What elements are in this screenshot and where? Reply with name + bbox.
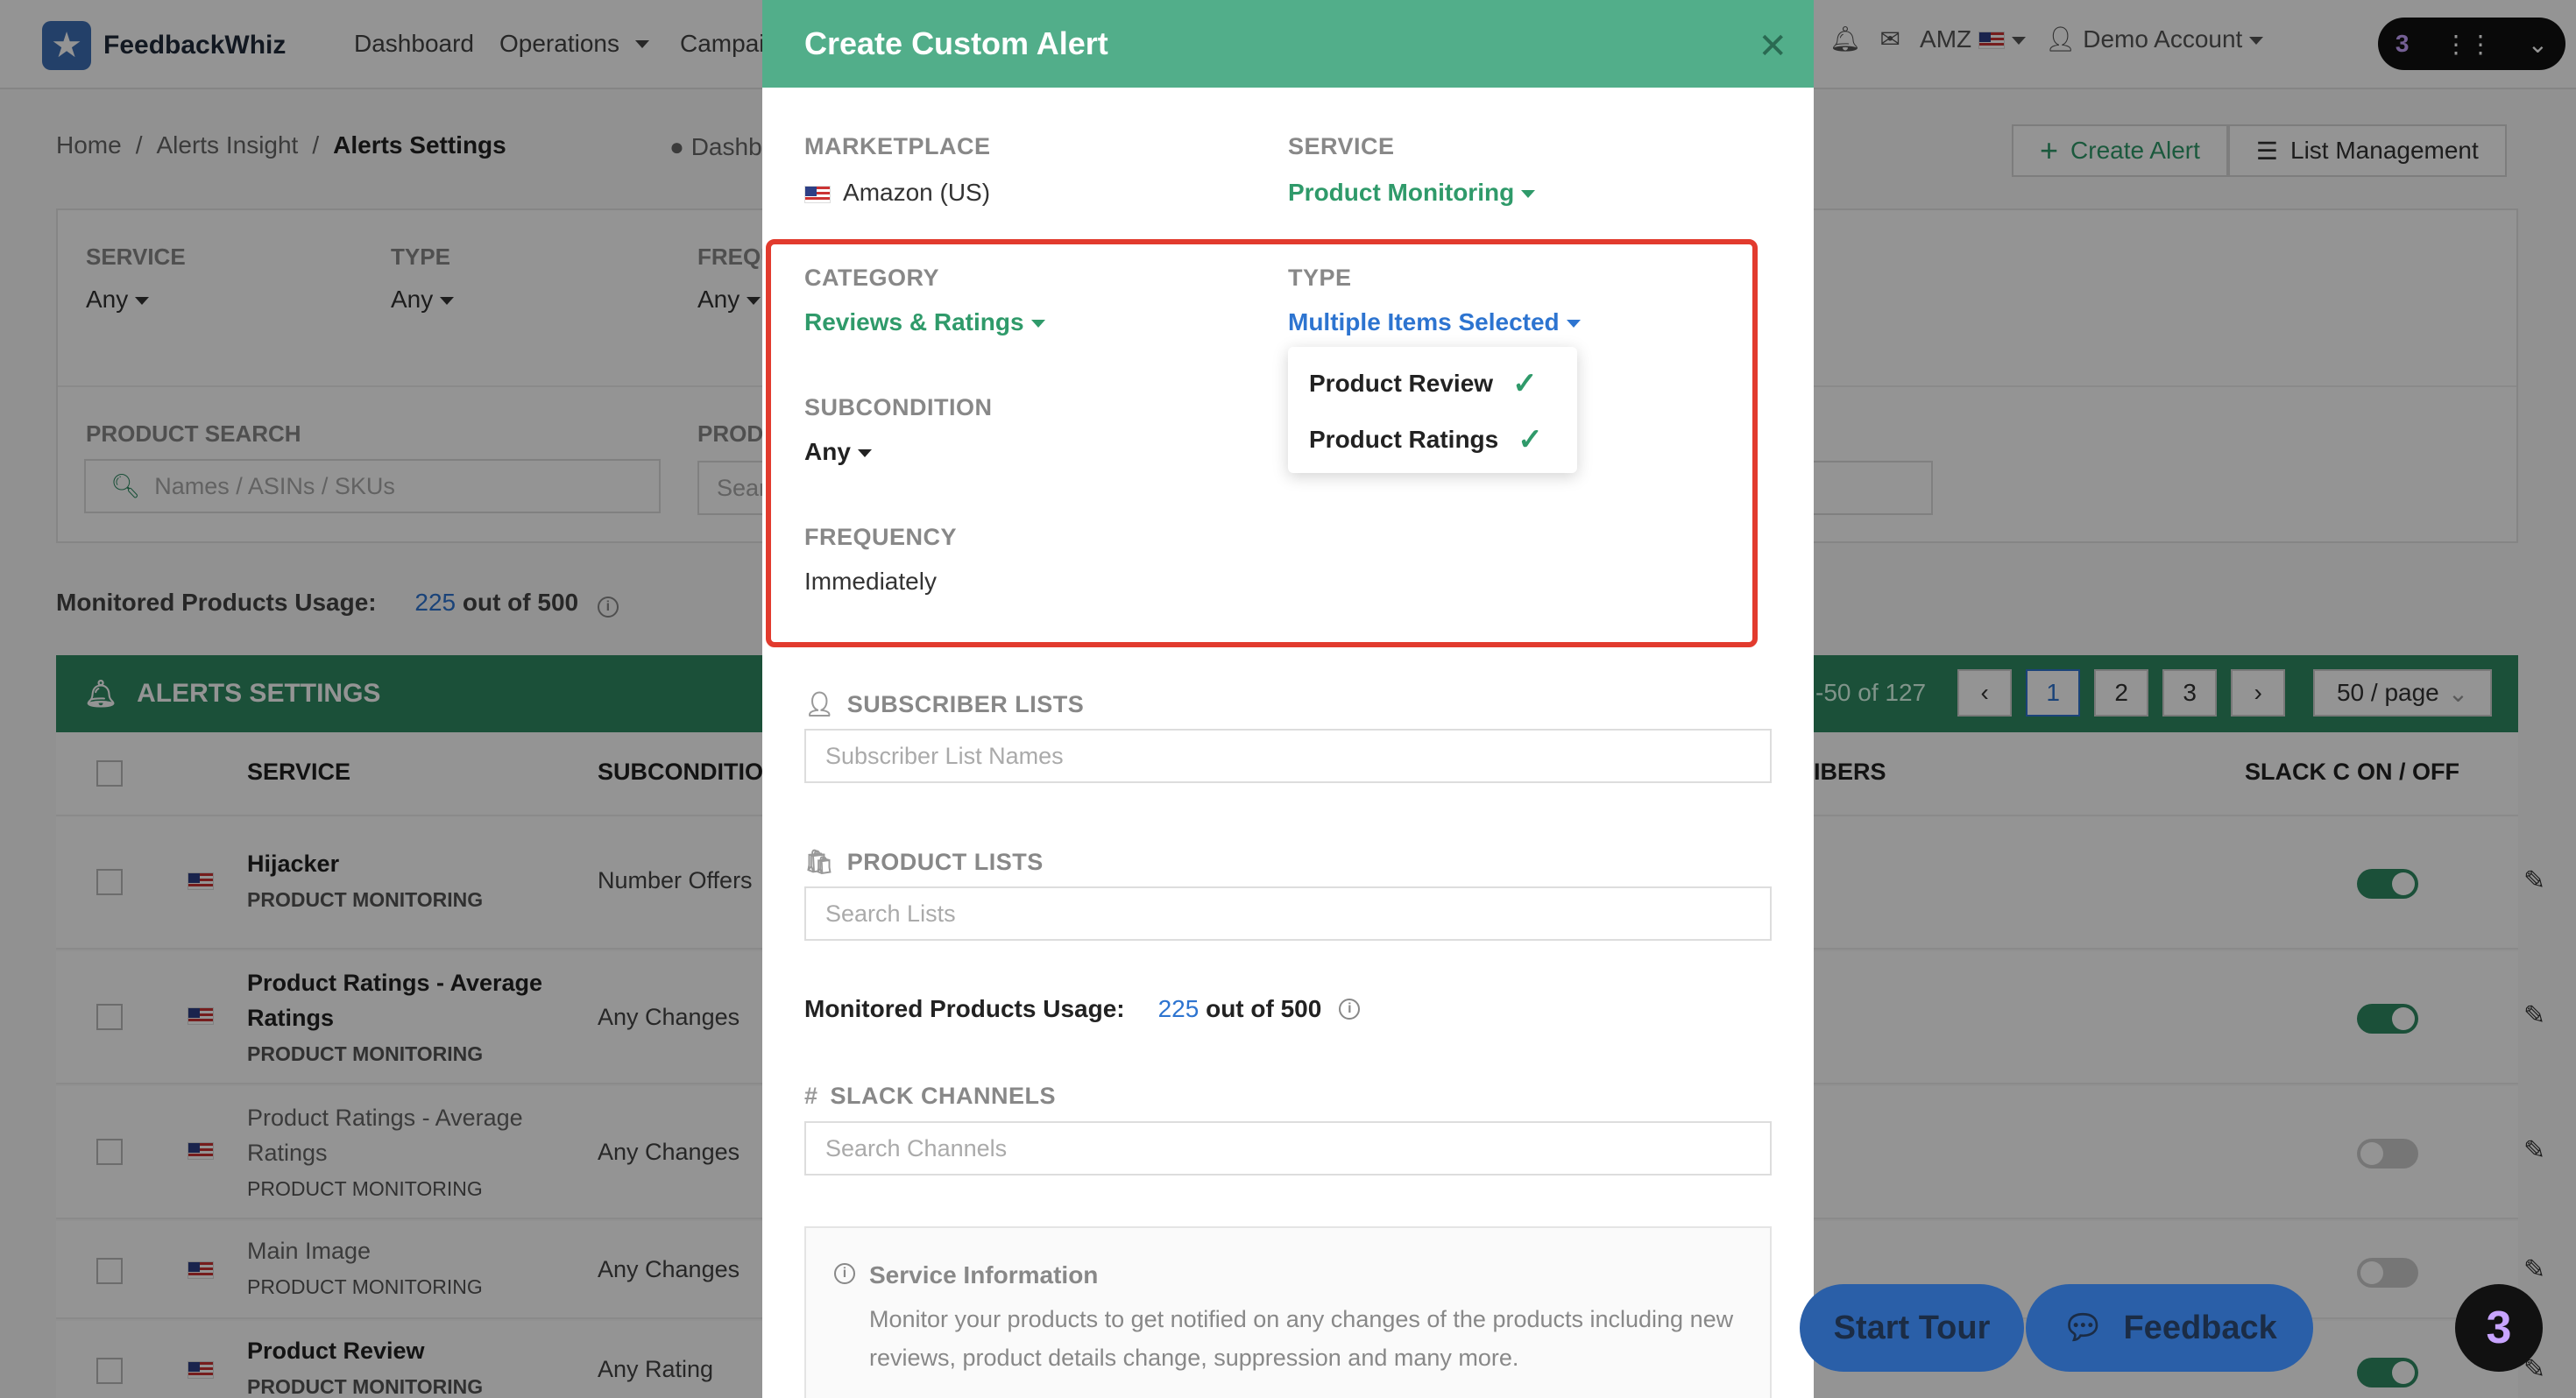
modal-products-usage: Monitored Products Usage: 225 out of 500…	[804, 995, 1361, 1023]
info-icon[interactable]: i	[1339, 999, 1361, 1020]
service-info-text: Monitor your products to get notified on…	[869, 1306, 1734, 1371]
type-label: TYPE	[1288, 265, 1352, 291]
product-lists-placeholder: Search Lists	[825, 900, 956, 927]
subscriber-lists-label: SUBSCRIBER LISTS	[846, 691, 1085, 717]
option-label: Product Review	[1309, 370, 1494, 397]
type-select[interactable]: Multiple Items Selected	[1288, 308, 1581, 336]
type-option-product-ratings[interactable]: Product Ratings ✓	[1309, 422, 1543, 457]
service-info-title: Service Information	[869, 1261, 1099, 1289]
user-icon: 👤︎	[804, 691, 835, 717]
marketplace-value-row: Amazon (US)	[804, 179, 990, 207]
modal-header: Create Custom Alert ✕	[762, 0, 1814, 88]
modal-usage-used: 225	[1157, 995, 1200, 1022]
bag-icon: 🛍︎	[804, 849, 835, 875]
chat-icon: 💬︎	[2062, 1310, 2105, 1346]
close-icon[interactable]: ✕	[1758, 26, 1787, 67]
subscriber-lists-input[interactable]: Subscriber List Names	[804, 729, 1772, 783]
brand-chat-bubble-icon[interactable]: 3	[2455, 1284, 2543, 1372]
slack-channels-label: SLACK CHANNELS	[830, 1083, 1057, 1109]
subscriber-lists-heading: 👤︎ SUBSCRIBER LISTS	[804, 690, 1084, 718]
option-label: Product Ratings	[1309, 426, 1499, 453]
caret-down-icon	[1566, 320, 1581, 328]
modal-usage-total: out of 500	[1206, 995, 1322, 1022]
marketplace-label: MARKETPLACE	[804, 133, 991, 159]
start-tour-button[interactable]: Start Tour	[1800, 1284, 2024, 1372]
caret-down-icon	[857, 449, 872, 458]
feedback-label: Feedback	[2123, 1309, 2277, 1346]
category-label: CATEGORY	[804, 265, 940, 291]
subcondition-label: SUBCONDITION	[804, 394, 993, 420]
type-option-product-review[interactable]: Product Review ✓	[1309, 366, 1538, 401]
subcondition-select[interactable]: Any	[804, 438, 872, 466]
caret-down-icon	[1030, 320, 1045, 328]
frequency-value: Immediately	[804, 568, 937, 595]
create-alert-modal: Create Custom Alert ✕ MARKETPLACE Amazon…	[762, 0, 1814, 1398]
subcondition-value: Any	[804, 438, 851, 465]
check-icon: ✓	[1518, 423, 1543, 456]
start-tour-label: Start Tour	[1833, 1309, 1991, 1346]
product-lists-input[interactable]: Search Lists	[804, 886, 1772, 941]
us-flag-icon	[804, 185, 831, 203]
slack-channels-heading: # SLACK CHANNELS	[804, 1083, 1056, 1110]
caret-down-icon	[1521, 190, 1536, 199]
slack-icon: #	[804, 1083, 818, 1109]
subscriber-lists-placeholder: Subscriber List Names	[825, 742, 1064, 769]
service-info-box: i Service Information Monitor your produ…	[804, 1226, 1772, 1398]
service-select[interactable]: Product Monitoring	[1288, 179, 1536, 207]
info-icon: i	[834, 1263, 855, 1284]
product-lists-label: PRODUCT LISTS	[846, 849, 1044, 875]
check-icon: ✓	[1512, 367, 1538, 400]
service-label: SERVICE	[1288, 133, 1395, 159]
category-select[interactable]: Reviews & Ratings	[804, 308, 1045, 336]
service-value: Product Monitoring	[1288, 179, 1515, 206]
type-dropdown: Product Review ✓ Product Ratings ✓	[1288, 347, 1577, 473]
modal-usage-label: Monitored Products Usage:	[804, 995, 1125, 1022]
slack-channels-input[interactable]: Search Channels	[804, 1121, 1772, 1176]
marketplace-value: Amazon (US)	[843, 179, 991, 206]
feedback-button[interactable]: 💬︎ Feedback	[2026, 1284, 2313, 1372]
category-value: Reviews & Ratings	[804, 308, 1024, 335]
modal-title: Create Custom Alert	[804, 25, 1108, 61]
slack-channels-placeholder: Search Channels	[825, 1134, 1008, 1161]
product-lists-heading: 🛍︎ PRODUCT LISTS	[804, 848, 1044, 876]
frequency-label: FREQUENCY	[804, 524, 958, 550]
type-value: Multiple Items Selected	[1288, 308, 1560, 335]
